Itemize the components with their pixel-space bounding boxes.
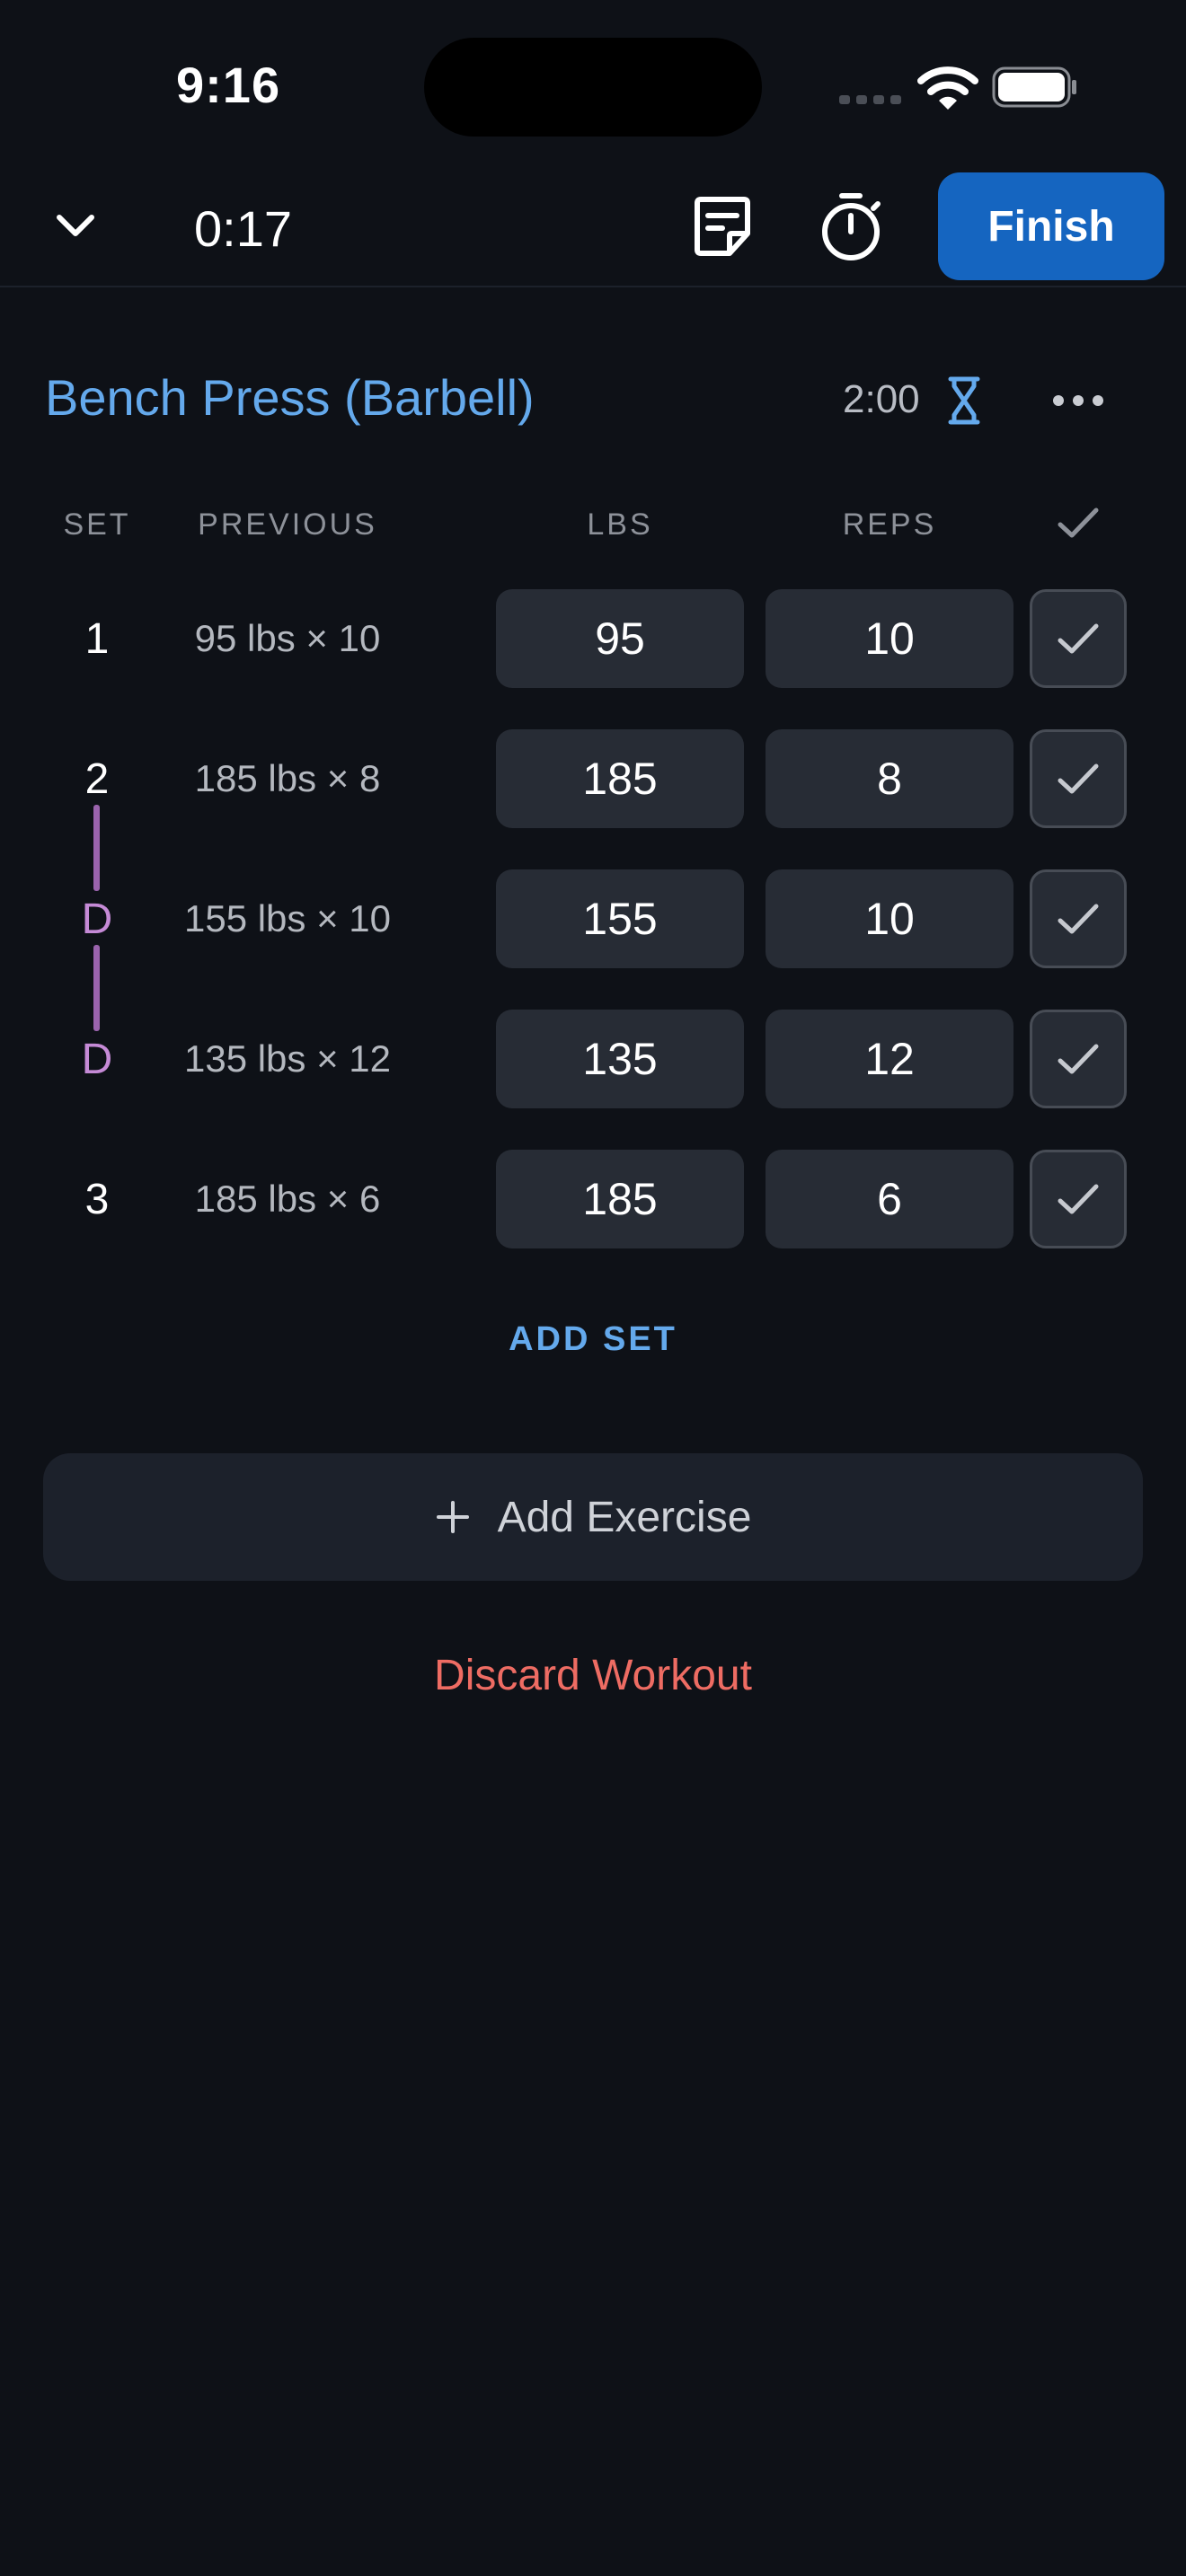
reps-input[interactable]: 12 bbox=[766, 1010, 1013, 1108]
complete-set-checkbox[interactable] bbox=[1030, 869, 1127, 968]
weight-input[interactable]: 185 bbox=[496, 729, 744, 828]
hourglass-icon[interactable] bbox=[947, 375, 981, 426]
add-exercise-label: Add Exercise bbox=[497, 1493, 752, 1541]
chevron-down-icon[interactable] bbox=[45, 194, 106, 255]
reps-input[interactable]: 10 bbox=[766, 869, 1013, 968]
divider bbox=[0, 286, 1186, 287]
exercise-title[interactable]: Bench Press (Barbell) bbox=[45, 368, 535, 427]
previous-value[interactable]: 155 lbs × 10 bbox=[144, 869, 431, 968]
checkmark-icon bbox=[1058, 1184, 1099, 1214]
previous-value[interactable]: 185 lbs × 8 bbox=[144, 729, 431, 828]
complete-set-checkbox[interactable] bbox=[1030, 589, 1127, 688]
set-row: D 155 lbs × 10 155 10 bbox=[0, 869, 1186, 968]
wifi-icon bbox=[917, 66, 978, 110]
checkmark-header-icon bbox=[1058, 507, 1099, 538]
battery-icon bbox=[992, 66, 1076, 108]
column-header-previous: PREVIOUS bbox=[198, 507, 377, 542]
finish-button[interactable]: Finish bbox=[938, 172, 1164, 280]
add-set-button[interactable]: ADD SET bbox=[413, 1320, 773, 1359]
drop-set-marker[interactable]: D bbox=[43, 1010, 151, 1108]
set-row: 1 95 lbs × 10 95 10 bbox=[0, 589, 1186, 688]
reps-input[interactable]: 8 bbox=[766, 729, 1013, 828]
discard-workout-button[interactable]: Discard Workout bbox=[323, 1651, 863, 1700]
previous-value[interactable]: 185 lbs × 6 bbox=[144, 1150, 431, 1248]
weight-input[interactable]: 95 bbox=[496, 589, 744, 688]
set-row: 3 185 lbs × 6 185 6 bbox=[0, 1150, 1186, 1248]
checkmark-icon bbox=[1058, 763, 1099, 794]
column-header-set: SET bbox=[63, 507, 131, 542]
previous-value[interactable]: 95 lbs × 10 bbox=[144, 589, 431, 688]
weight-input[interactable]: 185 bbox=[496, 1150, 744, 1248]
complete-set-checkbox[interactable] bbox=[1030, 1150, 1127, 1248]
workout-screen: 9:16 0:17 Finish Bench Press (Barbell) 2… bbox=[0, 0, 1186, 2576]
add-exercise-button[interactable]: Add Exercise bbox=[43, 1453, 1143, 1581]
weight-input[interactable]: 135 bbox=[496, 1010, 744, 1108]
set-number[interactable]: 3 bbox=[43, 1150, 151, 1248]
dynamic-island bbox=[424, 38, 762, 137]
set-row: 2 185 lbs × 8 185 8 bbox=[0, 729, 1186, 828]
rest-timer-value[interactable]: 2:00 bbox=[843, 377, 920, 422]
reps-input[interactable]: 6 bbox=[766, 1150, 1013, 1248]
previous-value[interactable]: 135 lbs × 12 bbox=[144, 1010, 431, 1108]
plus-icon bbox=[436, 1501, 469, 1533]
set-number[interactable]: 2 bbox=[43, 729, 151, 828]
checkmark-icon bbox=[1058, 1044, 1099, 1074]
complete-set-checkbox[interactable] bbox=[1030, 1010, 1127, 1108]
set-row: D 135 lbs × 12 135 12 bbox=[0, 1010, 1186, 1108]
notes-icon[interactable] bbox=[690, 194, 755, 259]
stopwatch-icon[interactable] bbox=[818, 190, 884, 262]
set-number[interactable]: 1 bbox=[43, 589, 151, 688]
checkmark-icon bbox=[1058, 623, 1099, 654]
more-options-icon[interactable] bbox=[1051, 384, 1105, 417]
status-time: 9:16 bbox=[176, 57, 281, 113]
weight-input[interactable]: 155 bbox=[496, 869, 744, 968]
reps-input[interactable]: 10 bbox=[766, 589, 1013, 688]
column-header-reps: REPS bbox=[842, 507, 937, 542]
complete-set-checkbox[interactable] bbox=[1030, 729, 1127, 828]
column-header-lbs: LBS bbox=[587, 507, 653, 542]
drop-set-marker[interactable]: D bbox=[43, 869, 151, 968]
checkmark-icon bbox=[1058, 904, 1099, 934]
elapsed-time: 0:17 bbox=[194, 200, 292, 257]
cellular-signal-icon bbox=[839, 95, 901, 104]
